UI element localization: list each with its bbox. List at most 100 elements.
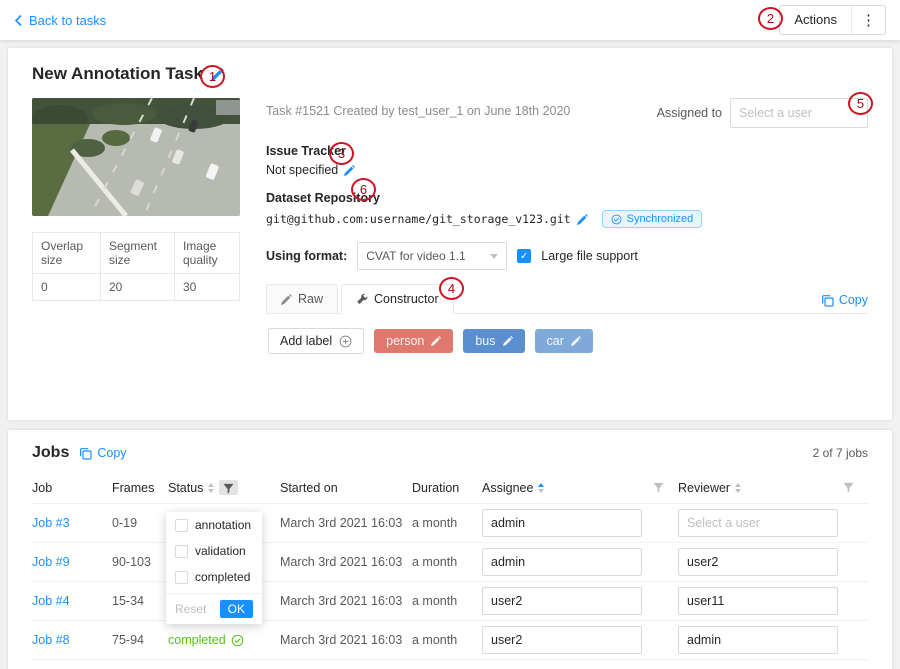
job-row-1: Job #3 0-19 March 3rd 2021 16:03 a month [32,504,868,543]
validation-option-label: validation [195,544,246,558]
traffic-scene-illustration [32,98,240,216]
param-value-overlap: 0 [33,274,101,301]
filter-ok-button[interactable]: OK [220,600,253,618]
repository-url: git@github.com:username/git_storage_v123… [266,212,571,226]
assignee-sort-icon[interactable] [538,483,544,493]
filter-option-completed[interactable]: completed [166,564,262,590]
task-title-row: New Annotation Task [32,64,868,84]
job-3-frames: 0-19 [112,504,168,543]
label-chip-car[interactable]: car [535,329,593,353]
job-8-reviewer-input[interactable] [678,626,838,654]
assigned-to-label: Assigned to [657,106,722,120]
jobs-title: Jobs [32,444,69,462]
job-9-duration: a month [412,543,482,582]
status-filter-icon[interactable] [219,480,238,495]
job-row-3: Job #4 15-34 March 3rd 2021 16:03 a mont… [32,582,868,621]
job-3-assignee-input[interactable] [482,509,642,537]
job-4-reviewer-input[interactable] [678,587,838,615]
job-4-assignee-input[interactable] [482,587,642,615]
reviewer-filter-icon[interactable] [843,482,854,493]
issue-tracker-block: Issue Tracker Not specified [266,144,868,177]
job-3-link[interactable]: Job #3 [32,516,70,530]
job-8-status-text: completed [168,633,226,647]
label-person-name: person [386,334,424,348]
annotation-circle-3: 3 [329,142,354,165]
jobs-copy-button[interactable]: Copy [79,446,126,460]
job-3-reviewer-input[interactable] [678,509,838,537]
task-meta: Task #1521 Created by test_user_1 on Jun… [266,98,570,118]
task-details-card: New Annotation Task [8,48,892,420]
task-left-column: Overlap size Segment size Image quality … [32,98,240,420]
raw-pencil-icon [281,294,292,305]
assigned-to-group: Assigned to [657,98,868,128]
job-8-assignee-input[interactable] [482,626,642,654]
assignee-filter-icon[interactable] [653,482,664,493]
label-chip-bus[interactable]: bus [463,329,524,353]
add-label-text: Add label [280,334,332,348]
add-label-button[interactable]: Add label [268,328,364,354]
col-reviewer[interactable]: Reviewer [678,481,730,495]
col-frames: Frames [112,472,168,504]
edit-label-person-icon[interactable] [431,336,441,346]
filter-option-validation[interactable]: validation [166,538,262,564]
job-3-started: March 3rd 2021 16:03 [280,504,412,543]
job-9-started: March 3rd 2021 16:03 [280,543,412,582]
job-8-duration: a month [412,621,482,660]
issue-tracker-label: Issue Tracker [266,144,868,158]
annotation-option-label: annotation [195,518,251,532]
col-job: Job [32,472,112,504]
back-label: Back to tasks [29,13,106,28]
edit-repository-icon[interactable] [577,214,588,225]
edit-label-bus-icon[interactable] [503,336,513,346]
job-4-duration: a month [412,582,482,621]
param-header-quality: Image quality [174,233,239,274]
actions-button[interactable]: Actions ⋮ [779,5,886,35]
job-9-link[interactable]: Job #9 [32,555,70,569]
synchronized-badge[interactable]: Synchronized [602,210,703,228]
annotation-circle-6: 6 [351,178,376,201]
completed-checkbox[interactable] [175,571,188,584]
more-menu-icon[interactable]: ⋮ [852,6,885,34]
jobs-header: Jobs Copy 2 of 7 jobs [32,444,868,462]
annotation-checkbox[interactable] [175,519,188,532]
copy-icon [79,447,92,460]
param-header-segment: Segment size [100,233,174,274]
col-assignee[interactable]: Assignee [482,481,533,495]
synchronized-label: Synchronized [627,213,694,225]
job-3-duration: a month [412,504,482,543]
job-8-status: completed [168,633,244,647]
constructor-tab-content: Add label person bus [266,314,868,420]
reviewer-sort-icon[interactable] [735,483,741,493]
edit-issue-tracker-icon[interactable] [344,165,355,176]
job-9-reviewer-input[interactable] [678,548,838,576]
format-row: Using format: CVAT for video 1.1 ✓ Large… [266,242,868,270]
page: Back to tasks Actions ⋮ New Annotation T… [0,0,900,669]
job-9-frames: 90-103 [112,543,168,582]
job-4-started: March 3rd 2021 16:03 [280,582,412,621]
status-sort-icon[interactable] [208,483,214,493]
job-4-link[interactable]: Job #4 [32,594,70,608]
annotation-circle-4: 4 [439,277,464,300]
status-filter-dropdown: annotation validation completed Reset OK [166,512,262,624]
task-meta-row: Task #1521 Created by test_user_1 on Jun… [266,98,868,128]
large-file-label: Large file support [541,249,638,263]
edit-label-car-icon[interactable] [571,336,581,346]
col-duration: Duration [412,472,482,504]
tab-raw[interactable]: Raw [266,284,338,313]
task-right-column: Task #1521 Created by test_user_1 on Jun… [266,98,868,420]
format-select[interactable]: CVAT for video 1.1 [357,242,507,270]
validation-checkbox[interactable] [175,545,188,558]
tab-constructor[interactable]: Constructor [341,284,454,314]
format-selected-value: CVAT for video 1.1 [366,249,465,263]
filter-option-annotation[interactable]: annotation [166,512,262,538]
labels-copy-button[interactable]: Copy [821,293,868,313]
large-file-checkbox[interactable]: ✓ [517,249,531,263]
filter-reset-button[interactable]: Reset [175,602,206,616]
job-8-link[interactable]: Job #8 [32,633,70,647]
tabs-header: Raw Constructor Copy [266,284,868,314]
job-9-assignee-input[interactable] [482,548,642,576]
col-status[interactable]: Status [168,481,203,495]
back-chevron-icon [14,14,23,27]
label-chip-person[interactable]: person [374,329,453,353]
back-to-tasks-link[interactable]: Back to tasks [14,13,106,28]
